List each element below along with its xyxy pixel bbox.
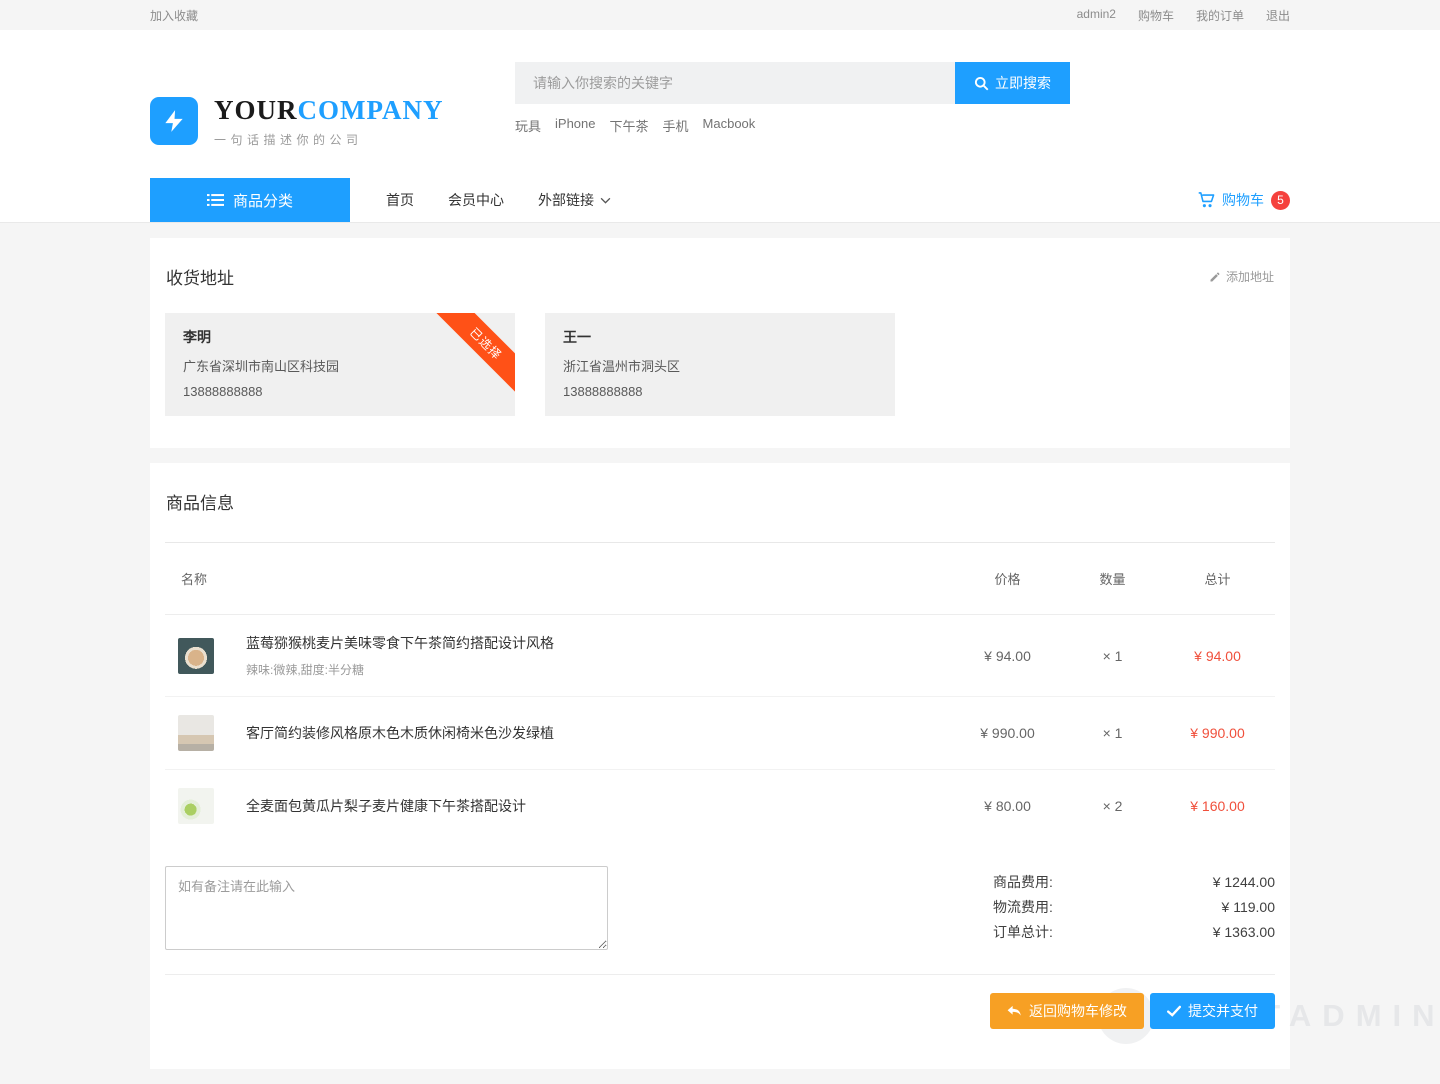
hot-keywords: 玩具 iPhone 下午茶 手机 Macbook	[515, 116, 1070, 135]
address-detail: 浙江省温州市洞头区	[563, 354, 877, 379]
product-title[interactable]: 全麦面包黄瓜片梨子麦片健康下午茶搭配设计	[246, 796, 526, 816]
address-detail: 广东省深圳市南山区科技园	[183, 354, 497, 379]
goods-fee-label: 商品费用:	[993, 870, 1053, 895]
goods-fee-value: ¥ 1244.00	[1213, 870, 1275, 895]
product-total: ¥ 94.00	[1160, 648, 1275, 664]
product-price: ¥ 80.00	[950, 798, 1065, 814]
product-qty: × 2	[1065, 798, 1160, 814]
product-thumbnail[interactable]	[178, 638, 214, 674]
product-qty: × 1	[1065, 725, 1160, 741]
product-title[interactable]: 客厅简约装修风格原木色木质休闲椅米色沙发绿植	[246, 723, 554, 743]
column-name: 名称	[165, 569, 950, 588]
order-notes-input[interactable]	[165, 866, 608, 950]
product-table: 名称 价格 数量 总计 蓝莓猕猴桃麦片美味零食下午茶简约搭配设计风格 辣味:微辣…	[165, 542, 1275, 842]
product-total: ¥ 990.00	[1160, 725, 1275, 741]
reply-arrow-icon	[1007, 1005, 1022, 1018]
table-row: 蓝莓猕猴桃麦片美味零食下午茶简约搭配设计风格 辣味:微辣,甜度:半分糖 ¥ 94…	[165, 615, 1275, 697]
table-row: 全麦面包黄瓜片梨子麦片健康下午茶搭配设计 ¥ 80.00 × 2 ¥ 160.0…	[165, 770, 1275, 842]
lightning-bolt-icon	[150, 97, 198, 145]
product-thumbnail[interactable]	[178, 788, 214, 824]
address-name: 李明	[183, 327, 497, 347]
address-phone: 13888888888	[563, 379, 877, 404]
nav-home[interactable]: 首页	[386, 190, 414, 210]
add-favorite-link[interactable]: 加入收藏	[150, 7, 198, 24]
table-row: 客厅简约装修风格原木色木质休闲椅米色沙发绿植 ¥ 990.00 × 1 ¥ 99…	[165, 697, 1275, 770]
search-input[interactable]	[515, 62, 955, 104]
check-icon	[1167, 1005, 1181, 1017]
add-address-button[interactable]: 添加地址	[1209, 268, 1274, 285]
hot-keyword[interactable]: iPhone	[555, 116, 595, 135]
column-qty: 数量	[1065, 569, 1160, 588]
brand-name: YOURCOMPANY	[214, 95, 443, 125]
address-card[interactable]: 王一 浙江省温州市洞头区 13888888888	[545, 313, 895, 416]
cart-icon	[1198, 192, 1215, 208]
product-spec: 辣味:微辣,甜度:半分糖	[246, 661, 554, 678]
shipping-fee-label: 物流费用:	[993, 895, 1053, 920]
address-section-title: 收货地址	[166, 264, 234, 289]
username-link[interactable]: admin2	[1077, 7, 1116, 24]
topbar: 加入收藏 admin2 购物车 我的订单 退出	[0, 0, 1440, 30]
cart-count-badge: 5	[1271, 191, 1290, 210]
address-name: 王一	[563, 327, 877, 347]
company-logo[interactable]: YOURCOMPANY 一句话描述你的公司	[150, 64, 420, 178]
brand-tagline: 一句话描述你的公司	[214, 131, 443, 148]
order-total-label: 订单总计:	[993, 920, 1053, 945]
back-to-cart-button[interactable]: 返回购物车修改	[990, 993, 1144, 1029]
product-price: ¥ 94.00	[950, 648, 1065, 664]
search-icon	[974, 76, 989, 91]
product-price: ¥ 990.00	[950, 725, 1065, 741]
order-summary: 商品费用: ¥ 1244.00 物流费用: ¥ 119.00 订单总计: ¥ 1…	[993, 866, 1275, 950]
main-nav: 商品分类 首页 会员中心 外部链接 购物车 5	[0, 178, 1440, 223]
column-total: 总计	[1160, 569, 1275, 588]
table-header: 名称 价格 数量 总计	[165, 542, 1275, 615]
product-total: ¥ 160.00	[1160, 798, 1275, 814]
shipping-address-panel: 收货地址 添加地址 已选择 李明 广东省深圳市南山区科技园 1388888888…	[150, 238, 1290, 448]
category-button[interactable]: 商品分类	[150, 178, 350, 222]
pencil-icon	[1209, 271, 1221, 283]
shipping-fee-value: ¥ 119.00	[1222, 895, 1275, 920]
product-section-title: 商品信息	[166, 489, 234, 514]
search-button[interactable]: 立即搜索	[955, 62, 1070, 104]
product-info-panel: 商品信息 名称 价格 数量 总计 蓝莓猕猴桃麦片美味零食下午茶简约搭配设计风格 …	[150, 463, 1290, 1069]
submit-and-pay-button[interactable]: 提交并支付	[1150, 993, 1275, 1029]
topbar-cart-link[interactable]: 购物车	[1138, 7, 1174, 24]
hot-keyword[interactable]: 玩具	[515, 116, 541, 135]
address-phone: 13888888888	[183, 379, 497, 404]
nav-cart-button[interactable]: 购物车 5	[1198, 190, 1290, 210]
hot-keyword[interactable]: Macbook	[703, 116, 756, 135]
my-orders-link[interactable]: 我的订单	[1196, 7, 1244, 24]
header: YOURCOMPANY 一句话描述你的公司 立即搜索 玩具 iPhone 下午茶…	[0, 30, 1440, 223]
hot-keyword[interactable]: 手机	[663, 116, 689, 135]
address-card-selected[interactable]: 已选择 李明 广东省深圳市南山区科技园 13888888888	[165, 313, 515, 416]
nav-external-links[interactable]: 外部链接	[538, 190, 611, 210]
nav-member-center[interactable]: 会员中心	[448, 190, 504, 210]
chevron-down-icon	[600, 197, 611, 204]
product-thumbnail[interactable]	[178, 715, 214, 751]
logout-link[interactable]: 退出	[1266, 7, 1290, 24]
product-qty: × 1	[1065, 648, 1160, 664]
order-total-value: ¥ 1363.00	[1213, 920, 1275, 945]
list-icon	[207, 193, 224, 207]
product-title[interactable]: 蓝莓猕猴桃麦片美味零食下午茶简约搭配设计风格	[246, 633, 554, 653]
hot-keyword[interactable]: 下午茶	[610, 116, 649, 135]
column-price: 价格	[950, 569, 1065, 588]
